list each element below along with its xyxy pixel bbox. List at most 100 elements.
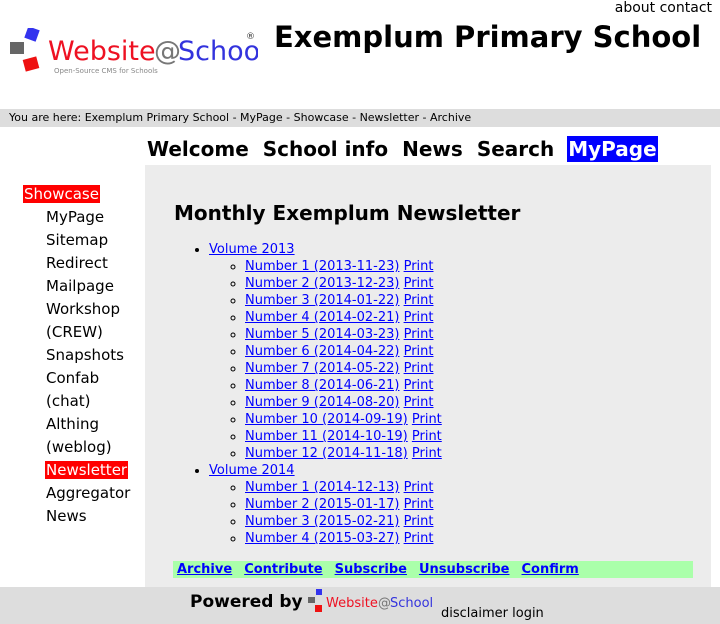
print-link[interactable]: Print: [412, 412, 442, 427]
svg-text:School: School: [390, 596, 432, 611]
print-link[interactable]: Print: [404, 480, 434, 495]
issue-item: Number 12 (2014-11-18) Print: [245, 445, 442, 462]
menu-item[interactable]: Workshop: [45, 300, 121, 318]
svg-text:Website: Website: [48, 36, 156, 67]
menu-item[interactable]: Aggregator: [45, 484, 131, 502]
contact-link[interactable]: contact: [660, 0, 712, 16]
issue-link[interactable]: Number 2 (2015-01-17): [245, 497, 399, 512]
nav-mypage[interactable]: MyPage: [567, 136, 658, 162]
issue-link[interactable]: Number 10 (2014-09-19): [245, 412, 408, 427]
svg-text:Website: Website: [326, 596, 378, 611]
print-link[interactable]: Print: [404, 310, 434, 325]
action-confirm[interactable]: Confirm: [522, 562, 579, 577]
issue-link[interactable]: Number 8 (2014-06-21): [245, 378, 399, 393]
issue-item: Number 3 (2015-02-21) Print: [245, 513, 442, 530]
breadcrumb: You are here: Exemplum Primary School - …: [0, 109, 720, 127]
print-link[interactable]: Print: [404, 293, 434, 308]
issue-link[interactable]: Number 6 (2014-04-22): [245, 344, 399, 359]
issue-item: Number 2 (2013-12-23) Print: [245, 275, 442, 292]
menu-item[interactable]: Snapshots: [45, 346, 125, 364]
issue-link[interactable]: Number 9 (2014-08-20): [245, 395, 399, 410]
action-archive[interactable]: Archive: [177, 562, 232, 577]
page-title: Monthly Exemplum Newsletter: [174, 201, 521, 225]
issue-link[interactable]: Number 5 (2014-03-23): [245, 327, 399, 342]
issue-item: Number 4 (2014-02-21) Print: [245, 309, 442, 326]
issue-item: Number 2 (2015-01-17) Print: [245, 496, 442, 513]
issue-link[interactable]: Number 11 (2014-10-19): [245, 429, 408, 444]
action-unsubscribe[interactable]: Unsubscribe: [419, 562, 510, 577]
issue-link[interactable]: Number 3 (2014-01-22): [245, 293, 399, 308]
print-link[interactable]: Print: [404, 395, 434, 410]
print-link[interactable]: Print: [404, 276, 434, 291]
menu-item[interactable]: Confab: [45, 369, 100, 387]
issue-item: Number 4 (2015-03-27) Print: [245, 530, 442, 547]
print-link[interactable]: Print: [412, 429, 442, 444]
sidebar-menu: Showcase MyPage Sitemap Redirect Mailpage Wo…: [23, 183, 131, 528]
volume-item: Volume 2013Number 1 (2013-11-23) PrintNu…: [209, 241, 442, 462]
svg-text:@: @: [154, 36, 181, 67]
disclaimer-link[interactable]: disclaimer: [441, 606, 508, 621]
issue-item: Number 9 (2014-08-20) Print: [245, 394, 442, 411]
issue-item: Number 3 (2014-01-22) Print: [245, 292, 442, 309]
menu-item[interactable]: Newsletter: [45, 461, 129, 479]
print-link[interactable]: Print: [404, 378, 434, 393]
nav-search[interactable]: Search: [476, 136, 555, 162]
issue-item: Number 8 (2014-06-21) Print: [245, 377, 442, 394]
print-link[interactable]: Print: [404, 361, 434, 376]
issue-link[interactable]: Number 1 (2014-12-13): [245, 480, 399, 495]
newsletter-actions: Archive Contribute Subscribe Unsubscribe Con…: [173, 561, 693, 578]
issue-link[interactable]: Number 3 (2015-02-21): [245, 514, 399, 529]
issue-item: Number 5 (2014-03-23) Print: [245, 326, 442, 343]
issue-link[interactable]: Number 4 (2015-03-27): [245, 531, 399, 546]
archive-list: Volume 2013Number 1 (2013-11-23) PrintNu…: [174, 241, 442, 547]
footer: Powered by Website @ School disclaimer l…: [0, 587, 720, 624]
menu-item[interactable]: (weblog): [45, 438, 113, 456]
powered-by-label: Powered by: [190, 592, 303, 612]
action-contribute[interactable]: Contribute: [244, 562, 322, 577]
content-area: Monthly Exemplum Newsletter Volume 2013N…: [145, 165, 711, 587]
about-link[interactable]: about: [615, 0, 655, 16]
footer-logo[interactable]: Website @ School: [306, 587, 432, 619]
menu-item[interactable]: News: [45, 507, 88, 525]
issue-link[interactable]: Number 7 (2014-05-22): [245, 361, 399, 376]
print-link[interactable]: Print: [404, 514, 434, 529]
menu-item[interactable]: (CREW): [45, 323, 104, 341]
print-link[interactable]: Print: [404, 531, 434, 546]
menu-item[interactable]: Redirect: [45, 254, 109, 272]
volume-link[interactable]: Volume 2013: [209, 242, 295, 257]
nav-welcome[interactable]: Welcome: [146, 136, 250, 162]
print-link[interactable]: Print: [404, 327, 434, 342]
nav-news[interactable]: News: [401, 136, 464, 162]
issue-link[interactable]: Number 12 (2014-11-18): [245, 446, 408, 461]
menu-item[interactable]: Sitemap: [45, 231, 109, 249]
issue-item: Number 1 (2013-11-23) Print: [245, 258, 442, 275]
top-links: about contact: [615, 0, 712, 16]
menu-item[interactable]: MyPage: [45, 208, 105, 226]
issue-item: Number 7 (2014-05-22) Print: [245, 360, 442, 377]
print-link[interactable]: Print: [404, 344, 434, 359]
login-link[interactable]: login: [512, 606, 544, 621]
issue-item: Number 11 (2014-10-19) Print: [245, 428, 442, 445]
footer-links: disclaimer login: [441, 606, 544, 621]
volume-link[interactable]: Volume 2014: [209, 463, 295, 478]
print-link[interactable]: Print: [404, 497, 434, 512]
issue-link[interactable]: Number 4 (2014-02-21): [245, 310, 399, 325]
menu-item[interactable]: Mailpage: [45, 277, 115, 295]
issue-item: Number 6 (2014-04-22) Print: [245, 343, 442, 360]
issue-link[interactable]: Number 1 (2013-11-23): [245, 259, 399, 274]
main-nav: Welcome School info News Search MyPage: [146, 136, 670, 162]
menu-item-showcase[interactable]: Showcase: [23, 185, 100, 203]
nav-school-info[interactable]: School info: [262, 136, 389, 162]
svg-text:®: ®: [246, 32, 255, 42]
issue-item: Number 1 (2014-12-13) Print: [245, 479, 442, 496]
menu-item[interactable]: (chat): [45, 392, 92, 410]
menu-item[interactable]: Althing: [45, 415, 100, 433]
issue-link[interactable]: Number 2 (2013-12-23): [245, 276, 399, 291]
action-subscribe[interactable]: Subscribe: [335, 562, 407, 577]
issue-item: Number 10 (2014-09-19) Print: [245, 411, 442, 428]
volume-item: Volume 2014Number 1 (2014-12-13) PrintNu…: [209, 462, 442, 547]
print-link[interactable]: Print: [404, 259, 434, 274]
site-title: Exemplum Primary School: [274, 20, 702, 54]
print-link[interactable]: Print: [412, 446, 442, 461]
website-at-school-logo[interactable]: Website @ School Open-Source CMS for Sch…: [6, 28, 258, 80]
